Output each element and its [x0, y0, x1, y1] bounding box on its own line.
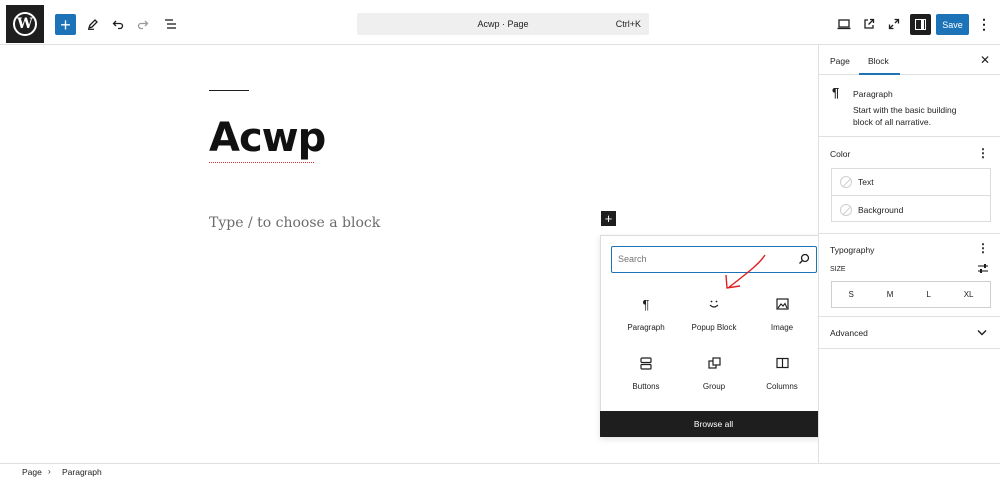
add-block-icon[interactable]: + — [55, 14, 76, 35]
tab-page[interactable]: Page — [830, 56, 850, 66]
font-size-xl[interactable]: XL — [964, 290, 974, 299]
empty-swatch-icon — [840, 203, 852, 216]
block-item-popup-block[interactable]: Popup Block — [679, 294, 749, 332]
font-size-s[interactable]: S — [848, 290, 853, 299]
block-card-title: Paragraph — [853, 89, 893, 99]
panel-divider — [819, 348, 1000, 349]
document-title: Acwp · Page — [477, 19, 529, 29]
spellcheck-underline — [209, 160, 314, 163]
advanced-panel-toggle[interactable]: Advanced — [830, 328, 868, 338]
image-icon — [747, 294, 817, 314]
block-item-image[interactable]: Image — [747, 294, 817, 332]
color-background-option[interactable]: Background — [832, 196, 990, 223]
annotation-arrow-icon — [725, 254, 766, 289]
redo-icon[interactable] — [133, 14, 153, 34]
chevron-right-icon: › — [48, 467, 51, 476]
custom-size-sliders-icon[interactable] — [977, 263, 989, 274]
block-item-group[interactable]: Group — [679, 353, 749, 391]
tab-block[interactable]: Block — [868, 56, 889, 66]
separator-block — [209, 90, 249, 91]
block-item-label: Group — [702, 382, 726, 391]
font-size-picker: S M L XL — [831, 281, 991, 308]
size-label: SIZE — [830, 266, 846, 273]
close-icon[interactable]: ✕ — [980, 53, 990, 67]
block-item-label: Popup Block — [691, 323, 737, 332]
block-inserter-popover: ¶ Paragraph Popup Block Image Buttons Gr… — [600, 235, 827, 437]
block-item-label: Buttons — [632, 382, 660, 391]
undo-icon[interactable] — [108, 14, 128, 34]
paragraph-icon: ¶ — [642, 296, 650, 312]
block-item-columns[interactable]: Columns — [747, 353, 817, 391]
panel-divider — [819, 233, 1000, 234]
pencil-tools-icon[interactable] — [83, 14, 103, 34]
typography-panel-heading: Typography — [830, 245, 875, 255]
breadcrumb-paragraph[interactable]: Paragraph — [62, 467, 102, 477]
chevron-down-icon[interactable] — [977, 329, 987, 336]
block-item-label: Image — [770, 323, 794, 332]
settings-sidebar: Page Block ✕ ¶ Paragraph Start with the … — [818, 45, 1000, 463]
block-search-field[interactable] — [611, 246, 817, 273]
page-title[interactable]: Acwp — [209, 115, 326, 163]
settings-sidebar-toggle-icon[interactable] — [910, 14, 931, 35]
more-options-icon[interactable]: ⋮ — [974, 14, 994, 34]
page-title-text: Acwp — [209, 115, 326, 161]
keyboard-shortcut: Ctrl+K — [615, 19, 641, 29]
empty-swatch-icon — [840, 176, 852, 188]
smiley-icon — [679, 294, 749, 314]
block-card-description: Start with the basic building block of a… — [853, 105, 957, 127]
buttons-icon — [611, 353, 681, 373]
color-text-option[interactable]: Text — [832, 169, 990, 196]
typography-options-icon[interactable]: ⋮ — [977, 241, 989, 255]
color-panel-heading: Color — [830, 149, 851, 159]
fullscreen-icon[interactable] — [884, 14, 904, 34]
block-card: ¶ Paragraph Start with the basic buildin… — [819, 75, 1000, 137]
block-item-paragraph[interactable]: ¶ Paragraph — [611, 294, 681, 333]
breadcrumb: Page › Paragraph — [0, 463, 1000, 477]
command-palette-bar[interactable]: Acwp · Page Ctrl+K — [357, 13, 649, 35]
breadcrumb-page[interactable]: Page — [22, 467, 42, 477]
block-item-label: Paragraph — [627, 323, 665, 332]
color-option-label: Text — [858, 177, 874, 187]
color-options-icon[interactable]: ⋮ — [977, 146, 989, 160]
color-option-label: Background — [858, 204, 904, 215]
panel-divider — [819, 316, 1000, 317]
sidebar-tabs: Page Block ✕ — [819, 45, 1000, 75]
block-item-buttons[interactable]: Buttons — [611, 353, 681, 391]
wordpress-logo-icon: W — [13, 12, 37, 36]
search-icon — [799, 253, 810, 264]
font-size-l[interactable]: L — [926, 290, 930, 299]
block-item-label: Columns — [766, 382, 798, 391]
browse-all-button[interactable]: Browse all — [600, 411, 827, 437]
wordpress-logo-button[interactable]: W — [6, 5, 44, 43]
editor-toolbar: W + Acwp · Page Ctrl+K Save ⋮ — [0, 0, 1000, 45]
font-size-m[interactable]: M — [887, 290, 894, 299]
desktop-preview-icon[interactable] — [834, 14, 854, 34]
paragraph-icon: ¶ — [832, 85, 840, 100]
external-view-icon[interactable] — [859, 14, 879, 34]
empty-paragraph-placeholder[interactable]: Type / to choose a block — [209, 215, 380, 231]
group-icon — [679, 353, 749, 373]
color-settings-group: Text Background — [831, 168, 991, 222]
document-overview-icon[interactable] — [160, 14, 180, 34]
inline-block-inserter-icon[interactable]: + — [601, 211, 616, 226]
save-button[interactable]: Save — [936, 14, 969, 35]
columns-icon — [747, 353, 817, 373]
